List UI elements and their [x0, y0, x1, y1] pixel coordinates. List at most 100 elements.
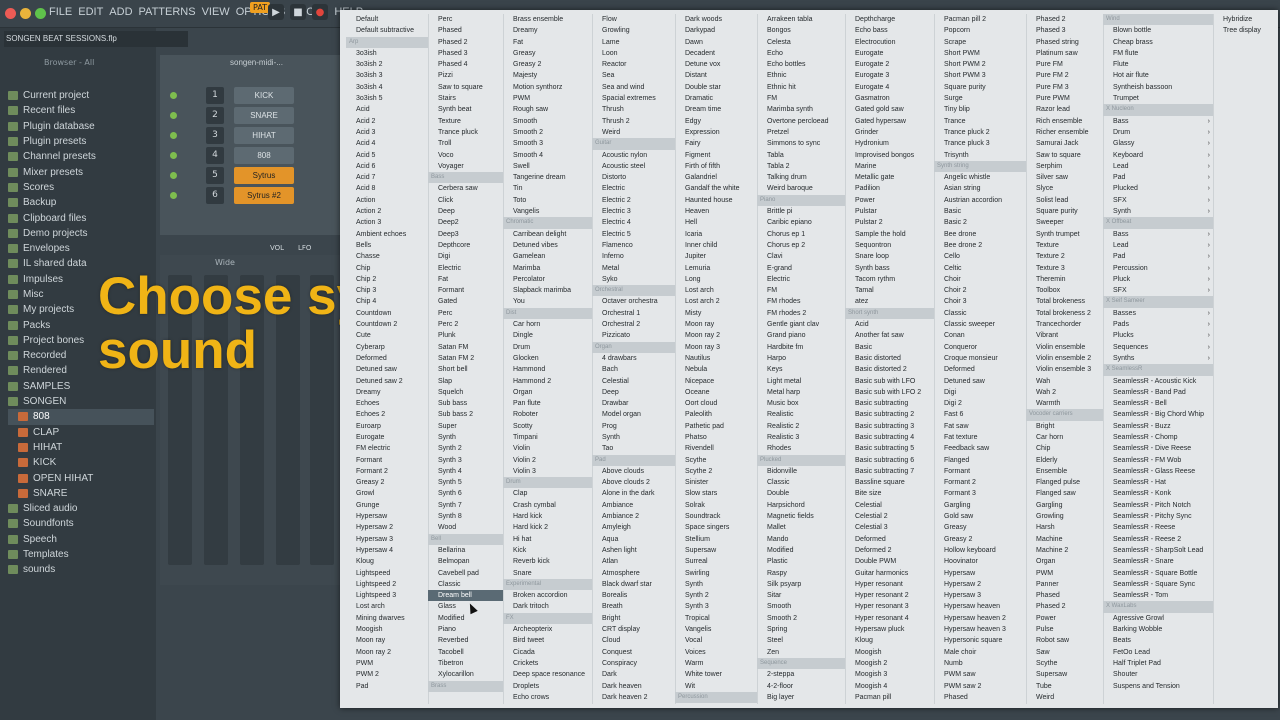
preset-menu-item[interactable]: Conqueror: [934, 342, 1026, 353]
preset-menu-item[interactable]: Icaria: [675, 229, 757, 240]
browser-item[interactable]: Recent files: [8, 103, 154, 118]
preset-menu-item[interactable]: Guitar harmonics: [845, 568, 934, 579]
preset-menu-item[interactable]: Archeopterix: [503, 624, 592, 635]
preset-menu-item[interactable]: Deformed: [934, 364, 1026, 375]
preset-menu-item[interactable]: Violin ensemble 2: [1026, 353, 1103, 364]
browser-item[interactable]: Soundfonts: [8, 516, 154, 531]
preset-menu-item[interactable]: Syko: [592, 274, 675, 285]
browser-item[interactable]: Envelopes: [8, 241, 154, 256]
preset-menu-item[interactable]: Synth 7: [428, 500, 503, 511]
preset-menu-item[interactable]: Choir: [934, 274, 1026, 285]
preset-menu-item[interactable]: Phased 2: [1026, 14, 1103, 25]
preset-menu-item[interactable]: Wood: [428, 522, 503, 533]
preset-menu-item[interactable]: Bird tweet: [503, 635, 592, 646]
preset-menu-item[interactable]: Deep: [428, 206, 503, 217]
preset-menu-item[interactable]: Dark heaven: [592, 681, 675, 692]
preset-menu-item[interactable]: SeamlessR - Reese 2: [1103, 534, 1213, 545]
browser-item[interactable]: Sliced audio: [8, 501, 154, 516]
preset-menu-item[interactable]: Popcorn: [934, 25, 1026, 36]
preset-menu-item[interactable]: Synth 8: [428, 511, 503, 522]
preset-menu-item[interactable]: Synth 2: [428, 443, 503, 454]
preset-menu-item[interactable]: Keys: [757, 364, 845, 375]
preset-menu-item[interactable]: Perc 2: [428, 319, 503, 330]
preset-menu-item[interactable]: Hypersaw heaven 3: [934, 624, 1026, 635]
preset-menu-item[interactable]: FM electric: [346, 443, 428, 454]
preset-menu-item[interactable]: Moogish: [845, 647, 934, 658]
mute-led-icon[interactable]: [170, 152, 177, 159]
preset-menu-item[interactable]: Formant 2: [346, 466, 428, 477]
channel-number[interactable]: 5: [206, 167, 224, 184]
browser-item[interactable]: Clipboard files: [8, 210, 154, 225]
preset-menu-item[interactable]: Mallet: [757, 522, 845, 533]
preset-menu-item[interactable]: Eurogate: [346, 432, 428, 443]
preset-menu-item[interactable]: Synth ›: [1103, 206, 1213, 217]
preset-menu-item[interactable]: Organ: [503, 387, 592, 398]
preset-menu-item[interactable]: Theremin: [1026, 274, 1103, 285]
preset-menu-item[interactable]: Countdown: [346, 308, 428, 319]
preset-menu-item[interactable]: Choir 3: [934, 296, 1026, 307]
preset-menu-item[interactable]: Blown bottle: [1103, 25, 1213, 36]
preset-menu-item[interactable]: Tin: [503, 183, 592, 194]
preset-menu-item[interactable]: Crickets: [503, 658, 592, 669]
preset-menu-item[interactable]: Phased: [1026, 590, 1103, 601]
channel-name-button[interactable]: HIHAT: [234, 127, 294, 144]
preset-menu-item[interactable]: Dream bell: [428, 590, 503, 602]
preset-menu-item[interactable]: Harpsichord: [757, 500, 845, 511]
preset-menu-item[interactable]: Hard kick: [503, 511, 592, 522]
preset-menu-item[interactable]: Tube: [1026, 681, 1103, 692]
preset-menu-item[interactable]: Improvised bongos: [845, 150, 934, 161]
preset-menu-item[interactable]: Hollow keyboard: [934, 545, 1026, 556]
preset-menu-item[interactable]: Double star: [675, 82, 757, 93]
preset-menu-item[interactable]: Bells: [346, 240, 428, 251]
preset-menu-item[interactable]: Formant: [934, 466, 1026, 477]
preset-menu-item[interactable]: Rivendell: [675, 443, 757, 454]
preset-menu-item[interactable]: Scythe: [1026, 658, 1103, 669]
preset-menu-item[interactable]: Hypersaw 3: [346, 534, 428, 545]
preset-menu-item[interactable]: Elderly: [1026, 455, 1103, 466]
preset-menu-item[interactable]: Dark: [592, 669, 675, 680]
preset-menu-item[interactable]: Tao: [592, 443, 675, 454]
preset-menu-item[interactable]: Xylocarillon: [428, 669, 503, 680]
preset-menu-item[interactable]: Dreamy: [503, 25, 592, 36]
preset-menu-item[interactable]: Overtone percloead: [757, 116, 845, 127]
preset-menu-item[interactable]: Vocal: [675, 635, 757, 646]
preset-menu-item[interactable]: Supersaw: [1026, 669, 1103, 680]
preset-menu-item[interactable]: Classic: [428, 579, 503, 590]
preset-menu-item[interactable]: Chorus ep 1: [757, 229, 845, 240]
preset-menu-item[interactable]: White tower: [675, 669, 757, 680]
preset-menu-item[interactable]: Grand piano: [757, 330, 845, 341]
preset-menu-item[interactable]: Lightspeed: [346, 568, 428, 579]
preset-menu-item[interactable]: Chip: [1026, 443, 1103, 454]
preset-menu-item[interactable]: Voices: [675, 647, 757, 658]
preset-menu-item[interactable]: Weird baroque: [757, 183, 845, 194]
preset-menu-item[interactable]: 4-2-floor: [757, 681, 845, 692]
preset-menu-item[interactable]: Deformed 2: [845, 545, 934, 556]
preset-menu-item[interactable]: Classic: [934, 308, 1026, 319]
preset-menu-item[interactable]: Shouter: [1103, 669, 1213, 680]
preset-menu-item[interactable]: Jupiter: [675, 251, 757, 262]
preset-menu-item[interactable]: Machine: [1026, 534, 1103, 545]
preset-menu-item[interactable]: SeamlessR - SharpSolt Lead: [1103, 545, 1213, 556]
preset-menu-item[interactable]: Satan FM: [428, 342, 503, 353]
preset-menu-item[interactable]: Hardbite fm: [757, 342, 845, 353]
preset-menu-item[interactable]: Drum: [503, 342, 592, 353]
preset-menu-item[interactable]: Bass ›: [1103, 116, 1213, 127]
preset-menu-item[interactable]: Dreamy: [346, 387, 428, 398]
preset-menu-item[interactable]: Acid 6: [346, 161, 428, 172]
preset-menu-item[interactable]: Percolator: [503, 274, 592, 285]
preset-menu-item[interactable]: Smooth 3: [503, 138, 592, 149]
browser-item[interactable]: SONGEN: [8, 394, 154, 409]
preset-menu-item[interactable]: Bassline square: [845, 477, 934, 488]
preset-menu-item[interactable]: Greasy: [934, 522, 1026, 533]
preset-menu-item[interactable]: Formant 2: [934, 477, 1026, 488]
preset-menu-item[interactable]: Perc: [428, 14, 503, 25]
preset-menu-item[interactable]: Cello: [934, 251, 1026, 262]
preset-menu-item[interactable]: Eurogate 2: [845, 59, 934, 70]
preset-menu-item[interactable]: Gargling: [1026, 500, 1103, 511]
preset-menu-item[interactable]: Slyce: [1026, 183, 1103, 194]
preset-menu-item[interactable]: SeamlessR - Bell: [1103, 398, 1213, 409]
preset-menu-item[interactable]: Gasmatron: [845, 93, 934, 104]
preset-menu-item[interactable]: PWM 2: [346, 669, 428, 680]
preset-menu-item[interactable]: Galandriel: [675, 172, 757, 183]
preset-menu-item[interactable]: Growl: [346, 488, 428, 499]
